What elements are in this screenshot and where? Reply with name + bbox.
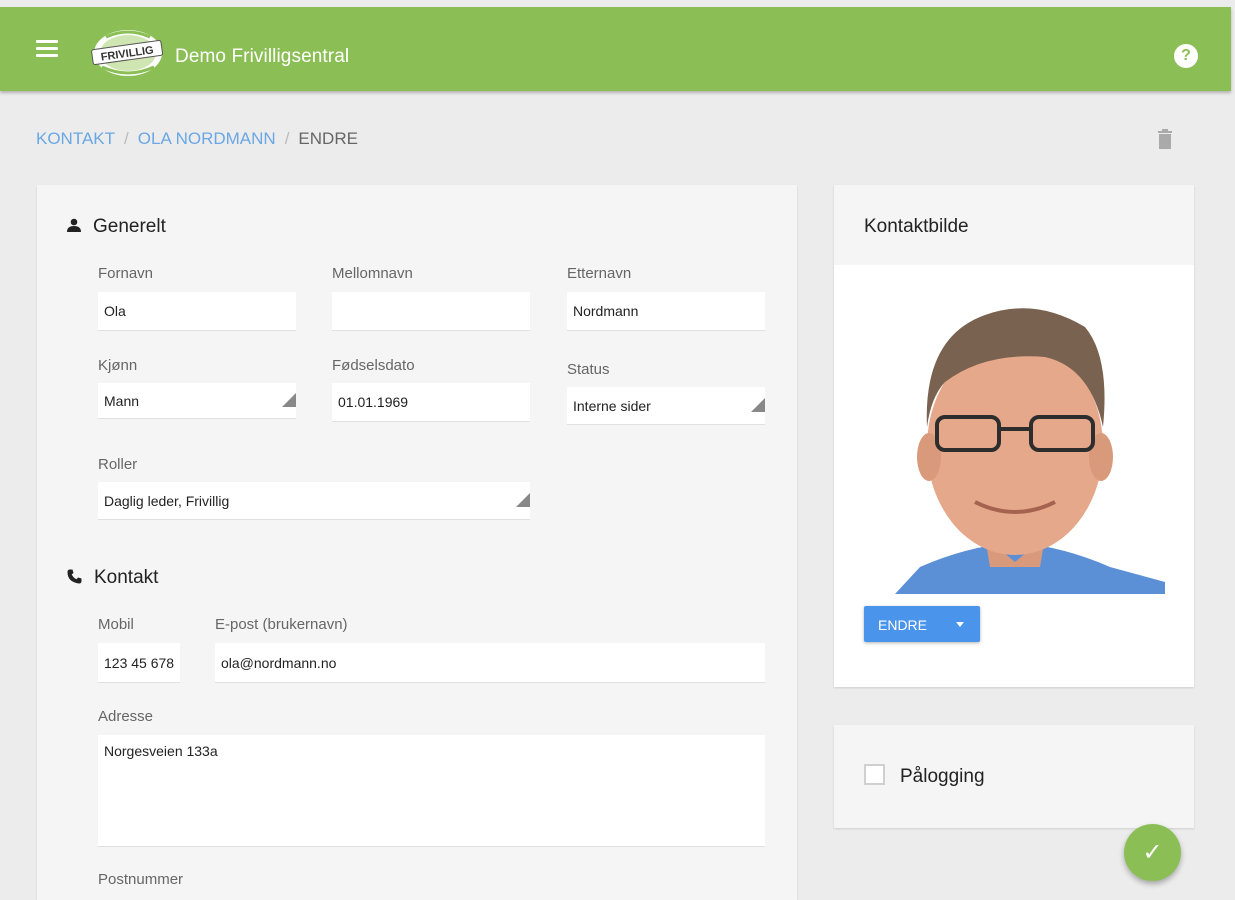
- mobil-input[interactable]: [98, 643, 180, 683]
- phone-icon: [67, 569, 82, 584]
- epost-input[interactable]: [215, 643, 765, 683]
- dropdown-arrow-icon: [282, 393, 296, 407]
- fodselsdato-input[interactable]: [332, 383, 530, 422]
- login-checkbox[interactable]: [864, 764, 885, 785]
- status-value: Interne sider: [573, 398, 651, 414]
- menu-icon[interactable]: [36, 40, 60, 58]
- roller-select[interactable]: Daglig leder, Frivillig: [98, 482, 530, 520]
- breadcrumb-kontakt[interactable]: KONTAKT: [36, 129, 115, 148]
- breadcrumb-separator: /: [284, 129, 290, 148]
- label-fornavn: Fornavn: [98, 265, 154, 282]
- change-photo-button[interactable]: ENDRE: [864, 606, 980, 642]
- dropdown-arrow-icon: [516, 493, 530, 507]
- label-etternavn: Etternavn: [567, 265, 632, 282]
- person-icon: [67, 218, 81, 232]
- help-icon[interactable]: ?: [1174, 44, 1198, 68]
- label-postnummer: Postnummer: [98, 871, 184, 888]
- label-mellomnavn: Mellomnavn: [332, 265, 413, 282]
- change-photo-button-label: ENDRE: [878, 617, 928, 633]
- label-roller: Roller: [98, 456, 138, 473]
- save-fab-button[interactable]: ✓: [1124, 824, 1181, 881]
- check-icon: ✓: [1142, 839, 1163, 866]
- app-bar: FRIVILLIG Demo Frivilligsentral ?: [0, 7, 1231, 91]
- login-label: Pålogging: [900, 766, 985, 787]
- section-title-kontakt: Kontakt: [94, 567, 159, 588]
- section-title-generelt: Generelt: [93, 216, 166, 237]
- breadcrumb-ola-nordmann[interactable]: OLA NORDMANN: [138, 129, 276, 148]
- label-fodselsdato: Fødselsdato: [332, 357, 415, 374]
- fornavn-input[interactable]: [98, 292, 296, 331]
- photo-panel-title: Kontaktbilde: [864, 216, 969, 237]
- frivillig-logo[interactable]: FRIVILLIG: [88, 27, 166, 79]
- adresse-textarea[interactable]: Norgesveien 133a: [98, 735, 765, 847]
- app-title: Demo Frivilligsentral: [175, 46, 350, 67]
- label-epost: E-post (brukernavn): [215, 616, 348, 633]
- kjonn-value: Mann: [104, 393, 140, 409]
- etternavn-input[interactable]: [567, 292, 765, 331]
- label-kjonn: Kjønn: [98, 357, 138, 374]
- label-adresse: Adresse: [98, 708, 154, 725]
- login-panel: [834, 725, 1194, 828]
- label-mobil: Mobil: [98, 616, 134, 633]
- contact-photo: [895, 308, 1165, 594]
- chevron-down-icon[interactable]: [956, 622, 964, 627]
- mellomnavn-input[interactable]: [332, 292, 530, 331]
- trash-icon[interactable]: [1157, 129, 1173, 149]
- roller-value: Daglig leder, Frivillig: [104, 493, 230, 509]
- breadcrumb-separator: /: [124, 129, 129, 148]
- breadcrumb: KONTAKT / OLA NORDMANN / ENDRE: [36, 129, 358, 149]
- label-status: Status: [567, 361, 610, 378]
- kjonn-select[interactable]: Mann: [98, 383, 296, 419]
- status-select[interactable]: Interne sider: [567, 387, 765, 425]
- dropdown-arrow-icon: [751, 398, 765, 412]
- breadcrumb-current: ENDRE: [298, 129, 358, 148]
